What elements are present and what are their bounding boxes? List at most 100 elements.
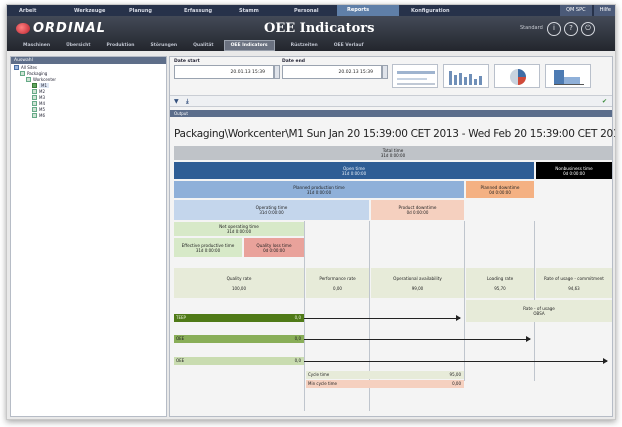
product-downtime-box: Product downtime 0d 0:00:00 <box>371 200 464 220</box>
filter-icon[interactable]: ▼ <box>174 98 179 105</box>
oee-secondary-bar-label: OEE <box>176 358 185 363</box>
menu-bar: Arbeit Werkzeuge Planung Erfassung Stamm… <box>7 5 615 16</box>
guide-line <box>304 221 305 411</box>
date-end-label: Date end <box>282 59 306 64</box>
diagram-title: Packaging\Workcenter\M1 Sun Jan 20 15:39… <box>174 128 616 140</box>
indicator-label: Rate of usage - commitment <box>544 275 604 281</box>
tab-uebersicht[interactable]: Übersicht <box>50 43 90 48</box>
tree-item-label: Workcenter <box>33 76 56 82</box>
indicator-rate-of-usage-commitment: Rate of usage - commitment 94,63 <box>536 268 612 298</box>
effective-production-box: Effective productive time 31d 0:00:00 <box>174 238 242 257</box>
menu-item-planung[interactable]: Planung <box>117 8 172 14</box>
tab-oee-indicators[interactable]: OEE Indicators <box>223 39 275 51</box>
total-time-value: 31d 0:00:00 <box>380 153 406 158</box>
tree-item-label: M1 <box>39 82 49 88</box>
machine-icon <box>32 82 37 88</box>
machine-icon <box>32 106 37 112</box>
menu-item-konfiguration[interactable]: Konfiguration <box>399 8 454 14</box>
menu-item-werkzeuge[interactable]: Werkzeuge <box>62 8 117 14</box>
tab-ruestzeiten[interactable]: Rüstzeiten <box>275 43 318 48</box>
machine-icon <box>32 94 37 100</box>
cycle-time-value: 95,00 <box>449 372 461 377</box>
teep-bar: TEEP 0,0 <box>174 314 304 322</box>
net-operating-box: Net operating time 31d 0:00:00 <box>174 222 304 236</box>
help-icon[interactable]: ? <box>564 22 578 36</box>
indicator-label: Performance rate <box>319 275 356 281</box>
rate-of-usage-value: OBSA <box>533 311 545 316</box>
tree-item-label: M2 <box>39 88 45 94</box>
oee-secondary-arrow <box>304 358 608 364</box>
indicator-operational-availability: Operational availability 99,00 <box>371 268 464 298</box>
machine-icon <box>32 88 37 94</box>
date-end-field[interactable]: 20.02.13 15:39 <box>282 65 382 79</box>
menu-right-group: QM SPC Hilfe <box>558 5 615 16</box>
tree-view: All Sites Packaging Workcenter M1 M2 M3 M4 M5 M6 <box>11 64 166 118</box>
page-title: OEE Indicators <box>264 21 375 36</box>
logo: ORDINAL <box>16 21 106 36</box>
indicator-value: 0,00 <box>333 285 342 291</box>
tab-qualitaet[interactable]: Qualität <box>177 43 214 48</box>
bar-chart-icon <box>449 71 482 85</box>
main-panel: Date start 20.01.13 15:39 Date end 20.02… <box>169 56 616 417</box>
export-icon[interactable]: ⤓ <box>186 98 189 106</box>
tree-item-label: M5 <box>39 106 45 112</box>
site-icon <box>14 64 19 70</box>
min-cycle-time-row: Min cycle time 0,00 <box>306 380 464 388</box>
tab-produktion[interactable]: Produktion <box>90 43 134 48</box>
rate-of-usage-box: Rate - of usage OBSA <box>466 300 612 322</box>
date-start-field[interactable]: 20.01.13 15:39 <box>174 65 274 79</box>
indicator-label: Quality rate <box>226 275 252 281</box>
user-label: Standard <box>520 25 543 31</box>
teep-bar-value: 0,0 <box>294 315 301 320</box>
menu-item-qm-spc[interactable]: QM SPC <box>560 5 592 16</box>
confirm-icon[interactable]: ✔ <box>602 98 607 105</box>
folder-icon <box>20 70 25 76</box>
tree-item-label: Packaging <box>27 70 48 76</box>
chart-type-column-thumbnail[interactable] <box>545 64 591 88</box>
tree-item[interactable]: M6 <box>11 112 166 118</box>
output-tab[interactable]: Output <box>170 110 612 117</box>
total-time-box: Total time 31d 0:00:00 <box>174 146 612 160</box>
menu-item-hilfe[interactable]: Hilfe <box>593 5 615 16</box>
tab-stoerungen[interactable]: Störungen <box>134 43 177 48</box>
chart-type-bar-thumbnail[interactable] <box>443 64 489 88</box>
sidebar: Auswahl All Sites Packaging Workcenter M1 M2… <box>10 56 167 417</box>
menu-item-personal[interactable]: Personal <box>282 8 337 14</box>
indicator-loading-rate: Loading rate 95,70 <box>466 268 534 298</box>
date-end-picker-button[interactable] <box>382 65 388 79</box>
sub-tab-bar: Maschinen Übersicht Produktion Störungen… <box>7 39 615 51</box>
menu-item-reports[interactable]: Reports <box>337 5 399 16</box>
tab-oee-verlauf[interactable]: OEE Verlauf <box>318 43 364 48</box>
cycle-time-row: Cycle time 95,00 <box>306 371 464 379</box>
indicator-value: 94,63 <box>568 285 580 291</box>
tree-item-label: M3 <box>39 94 45 100</box>
nonbusiness-time-value: 0d 0:00:00 <box>563 170 585 176</box>
open-time-box: Open time 31d 0:00:00 <box>174 162 534 179</box>
chart-type-pie-thumbnail[interactable] <box>494 64 540 88</box>
menu-item-arbeit[interactable]: Arbeit <box>7 8 62 14</box>
machine-icon <box>32 112 37 118</box>
info-icon[interactable]: i <box>547 22 561 36</box>
oee-bar-label: OEE <box>176 336 185 341</box>
menu-item-stamm[interactable]: Stamm <box>227 8 282 14</box>
indicator-quality-rate: Quality rate 100,00 <box>174 268 304 298</box>
product-downtime-value: 0d 0:00:00 <box>406 210 429 215</box>
indicator-label: Operational availability <box>393 275 442 281</box>
tree-item-label: M4 <box>39 100 45 106</box>
indicator-performance-rate: Performance rate 0,00 <box>306 268 369 298</box>
oee-secondary-bar: OEE 0,0 <box>174 357 304 365</box>
teep-bar-label: TEEP <box>176 315 186 320</box>
teep-arrow <box>304 315 461 321</box>
line-chart-icon <box>397 71 435 85</box>
planned-production-value: 31d 0:00:00 <box>306 189 332 195</box>
tab-maschinen[interactable]: Maschinen <box>7 43 50 48</box>
chart-type-line-thumbnail[interactable] <box>392 64 438 88</box>
folder-icon <box>26 76 31 82</box>
date-start-picker-button[interactable] <box>274 65 280 79</box>
indicator-value: 100,00 <box>232 285 246 291</box>
power-icon[interactable]: ⏻ <box>581 22 595 36</box>
application-window: Arbeit Werkzeuge Planung Erfassung Stamm… <box>6 4 616 420</box>
guide-line <box>464 221 465 381</box>
logo-mark-icon <box>16 23 30 34</box>
menu-item-erfassung[interactable]: Erfassung <box>172 8 227 14</box>
